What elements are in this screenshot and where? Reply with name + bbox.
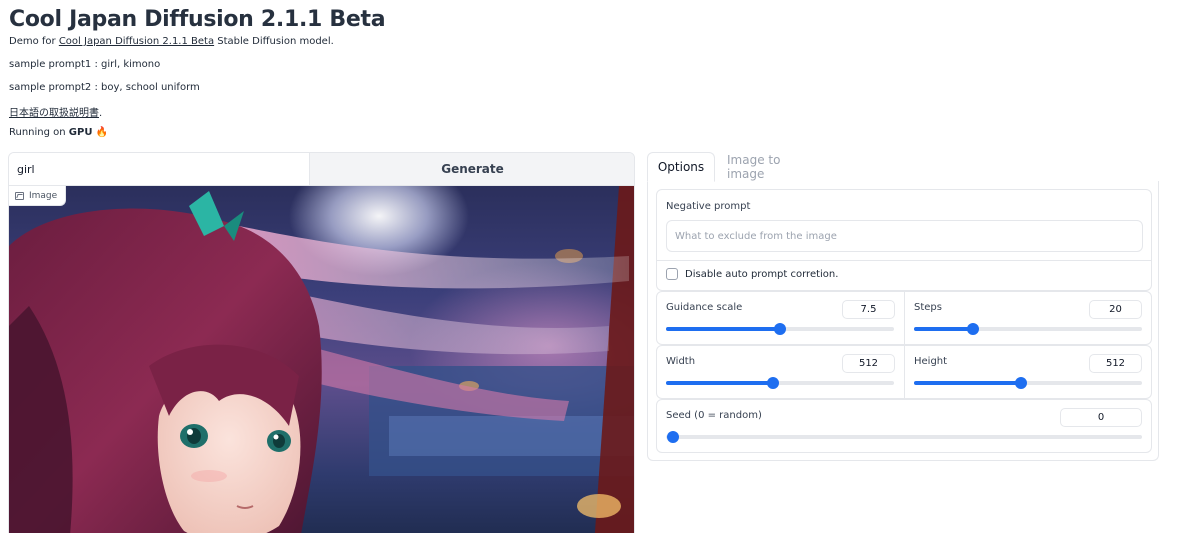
width-thumb[interactable]: [767, 377, 780, 389]
manual-line: 日本語の取扱説明書.: [9, 104, 102, 119]
negative-prompt-input[interactable]: [666, 220, 1143, 252]
seed-label: Seed (0 = random): [666, 410, 762, 421]
tab-bar: Options Image to image: [647, 152, 1159, 182]
disable-auto-prompt-checkbox[interactable]: [666, 268, 678, 280]
tab-options[interactable]: Options: [647, 152, 715, 182]
negative-prompt-label: Negative prompt: [666, 201, 751, 212]
running-on: Running on GPU 🔥: [9, 127, 108, 138]
seed-thumb[interactable]: [667, 431, 680, 443]
height-label: Height: [914, 356, 948, 367]
anime-girl-illustration: [9, 186, 634, 533]
steps-slider-group: Steps 20: [905, 292, 1151, 344]
guidance-scale-label: Guidance scale: [666, 302, 743, 313]
running-device: GPU: [68, 127, 93, 138]
height-slider-group: Height 512: [905, 346, 1151, 398]
seed-slider[interactable]: [666, 431, 1142, 443]
divider: [657, 260, 1151, 261]
height-fill: [914, 381, 1022, 385]
width-input[interactable]: 512: [842, 354, 895, 373]
width-label: Width: [666, 356, 696, 367]
steps-slider[interactable]: [914, 323, 1142, 335]
sample-prompt-1: sample prompt1 : girl, kimono: [9, 59, 161, 70]
prompt-input[interactable]: [9, 153, 309, 185]
width-slider-group: Width 512: [657, 346, 904, 398]
demo-description: Demo for Cool Japan Diffusion 2.1.1 Beta…: [9, 36, 334, 47]
generated-image: Image: [9, 186, 634, 533]
generate-button[interactable]: Generate: [309, 153, 634, 185]
tab-image-to-image[interactable]: Image to image: [727, 152, 807, 182]
manual-suffix: .: [99, 108, 103, 119]
image-label-text: Image: [29, 190, 58, 201]
image-label: Image: [9, 186, 67, 206]
disable-auto-prompt-label: Disable auto prompt corretion.: [685, 268, 839, 280]
height-input[interactable]: 512: [1089, 354, 1142, 373]
seed-slider-group: Seed (0 = random) 0: [657, 400, 1151, 452]
guidance-steps-group: Guidance scale 7.5 Steps 20: [656, 291, 1152, 345]
height-thumb[interactable]: [1015, 377, 1028, 389]
steps-label: Steps: [914, 302, 942, 313]
steps-thumb[interactable]: [967, 323, 980, 335]
steps-input[interactable]: 20: [1089, 300, 1142, 319]
negative-prompt-group: Negative prompt Disable auto prompt corr…: [656, 189, 1152, 291]
steps-fill: [914, 327, 974, 331]
width-height-group: Width 512 Height 512: [656, 345, 1152, 399]
running-prefix: Running on: [9, 127, 69, 138]
demo-prefix: Demo for: [9, 36, 59, 47]
options-panel: Negative prompt Disable auto prompt corr…: [647, 181, 1159, 461]
generation-panel: Generate Image: [8, 152, 635, 533]
model-link[interactable]: Cool Japan Diffusion 2.1.1 Beta: [59, 36, 214, 47]
guidance-scale-slider-group: Guidance scale 7.5: [657, 292, 904, 344]
image-icon: [15, 191, 24, 200]
seed-group: Seed (0 = random) 0: [656, 399, 1152, 453]
width-slider[interactable]: [666, 377, 894, 389]
guidance-scale-thumb[interactable]: [774, 323, 786, 335]
prompt-row: Generate: [9, 153, 634, 186]
guidance-scale-slider[interactable]: [666, 323, 894, 335]
guidance-scale-fill: [666, 327, 780, 331]
demo-suffix: Stable Diffusion model.: [214, 36, 334, 47]
fire-icon: 🔥: [95, 127, 109, 138]
width-fill: [666, 381, 774, 385]
disable-auto-prompt-row[interactable]: Disable auto prompt corretion.: [666, 268, 838, 280]
height-slider[interactable]: [914, 377, 1142, 389]
page-title: Cool Japan Diffusion 2.1.1 Beta: [9, 7, 386, 32]
seed-input[interactable]: 0: [1060, 408, 1142, 427]
sample-prompt-2: sample prompt2 : boy, school uniform: [9, 82, 200, 93]
guidance-scale-input[interactable]: 7.5: [842, 300, 895, 319]
manual-link[interactable]: 日本語の取扱説明書: [9, 108, 99, 119]
